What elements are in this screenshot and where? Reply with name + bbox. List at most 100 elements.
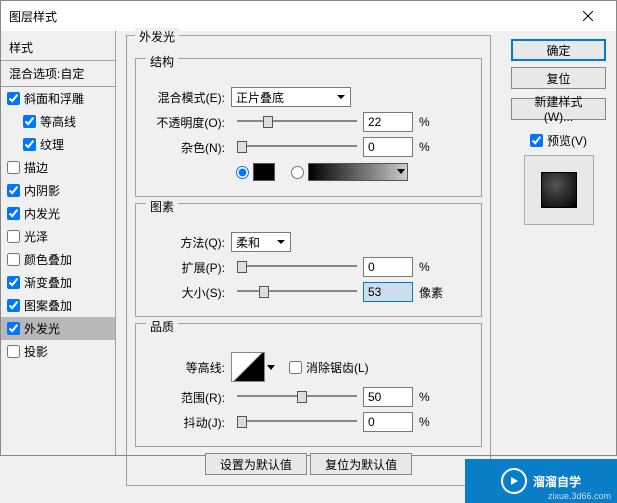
layer-style-dialog: 图层样式 样式 混合选项:自定 斜面和浮雕等高线纹理描边内阴影内发光光泽颜色叠加… [0, 0, 617, 456]
size-input[interactable] [363, 282, 413, 302]
sidebar-label-4: 内阴影 [24, 182, 60, 199]
blend-mode-label: 混合模式(E): [146, 89, 231, 106]
sidebar-checkbox-9[interactable] [7, 299, 20, 312]
quality-group: 品质 等高线: 消除锯齿(L) 范围(R): % [135, 323, 482, 447]
jitter-unit: % [419, 415, 430, 429]
sidebar-item-6[interactable]: 光泽 [1, 225, 115, 248]
new-style-button[interactable]: 新建样式(W)... [511, 98, 606, 120]
noise-slider[interactable] [237, 140, 357, 154]
spread-unit: % [419, 260, 430, 274]
sidebar-label-7: 颜色叠加 [24, 251, 72, 268]
sidebar-label-9: 图案叠加 [24, 297, 72, 314]
sidebar-checkbox-3[interactable] [7, 161, 20, 174]
right-panel: 确定 复位 新建样式(W)... 预览(V) [501, 31, 616, 455]
styles-sidebar: 样式 混合选项:自定 斜面和浮雕等高线纹理描边内阴影内发光光泽颜色叠加渐变叠加图… [1, 31, 116, 455]
sidebar-checkbox-10[interactable] [7, 322, 20, 335]
sidebar-label-3: 描边 [24, 159, 48, 176]
range-label: 范围(R): [146, 389, 231, 406]
dialog-content: 样式 混合选项:自定 斜面和浮雕等高线纹理描边内阴影内发光光泽颜色叠加渐变叠加图… [1, 31, 616, 455]
titlebar: 图层样式 [1, 1, 616, 31]
spread-input[interactable] [363, 257, 413, 277]
spread-slider[interactable] [237, 260, 357, 274]
sidebar-item-8[interactable]: 渐变叠加 [1, 271, 115, 294]
noise-input[interactable] [363, 137, 413, 157]
sidebar-item-2[interactable]: 纹理 [1, 133, 115, 156]
antialias-checkbox[interactable] [289, 361, 302, 374]
sidebar-item-9[interactable]: 图案叠加 [1, 294, 115, 317]
watermark: 溜溜自学 zixue.3d66.com [465, 459, 617, 503]
jitter-input[interactable] [363, 412, 413, 432]
antialias-label: 消除锯齿(L) [306, 359, 369, 376]
sidebar-checkbox-6[interactable] [7, 230, 20, 243]
sidebar-label-8: 渐变叠加 [24, 274, 72, 291]
range-unit: % [419, 390, 430, 404]
sidebar-checkbox-4[interactable] [7, 184, 20, 197]
blend-mode-select[interactable]: 正片叠底 [231, 87, 351, 107]
sidebar-item-0[interactable]: 斜面和浮雕 [1, 87, 115, 110]
sidebar-label-10: 外发光 [24, 320, 60, 337]
preview-checkbox[interactable] [530, 134, 543, 147]
panel-title: 外发光 [135, 28, 179, 45]
window-title: 图层样式 [9, 8, 57, 25]
main-panel: 外发光 结构 混合模式(E): 正片叠底 不透明度(O): % [116, 31, 501, 455]
ok-button[interactable]: 确定 [511, 39, 606, 61]
quality-legend: 品质 [146, 318, 178, 335]
sidebar-checkbox-7[interactable] [7, 253, 20, 266]
sidebar-subheader[interactable]: 混合选项:自定 [1, 61, 115, 87]
sidebar-item-7[interactable]: 颜色叠加 [1, 248, 115, 271]
noise-unit: % [419, 140, 430, 154]
sidebar-label-11: 投影 [24, 343, 48, 360]
opacity-input[interactable] [363, 112, 413, 132]
color-swatch[interactable] [253, 163, 275, 181]
elements-group: 图素 方法(Q): 柔和 扩展(P): % 大小(S): [135, 203, 482, 317]
size-slider[interactable] [237, 285, 357, 299]
elements-legend: 图素 [146, 198, 178, 215]
size-unit: 像素 [419, 284, 443, 301]
watermark-url: zixue.3d66.com [548, 491, 611, 501]
play-icon [501, 468, 527, 494]
sidebar-item-1[interactable]: 等高线 [1, 110, 115, 133]
sidebar-label-6: 光泽 [24, 228, 48, 245]
opacity-slider[interactable] [237, 115, 357, 129]
preview-label: 预览(V) [547, 132, 587, 149]
size-label: 大小(S): [146, 284, 231, 301]
range-input[interactable] [363, 387, 413, 407]
sidebar-checkbox-1[interactable] [23, 115, 36, 128]
default-buttons: 设置为默认值 复位为默认值 [135, 453, 482, 475]
sidebar-label-1: 等高线 [40, 113, 76, 130]
sidebar-checkbox-8[interactable] [7, 276, 20, 289]
sidebar-checkbox-5[interactable] [7, 207, 20, 220]
sidebar-checkbox-11[interactable] [7, 345, 20, 358]
reset-default-button[interactable]: 复位为默认值 [310, 453, 412, 475]
close-button[interactable] [568, 2, 608, 30]
contour-picker[interactable] [231, 352, 265, 382]
method-select[interactable]: 柔和 [231, 232, 291, 252]
watermark-text: 溜溜自学 [533, 473, 581, 490]
sidebar-header: 样式 [1, 35, 115, 61]
range-slider[interactable] [237, 390, 357, 404]
sidebar-item-5[interactable]: 内发光 [1, 202, 115, 225]
sidebar-label-5: 内发光 [24, 205, 60, 222]
sidebar-label-2: 纹理 [40, 136, 64, 153]
method-label: 方法(Q): [146, 234, 231, 251]
sidebar-checkbox-0[interactable] [7, 92, 20, 105]
gradient-swatch[interactable] [308, 163, 408, 181]
sidebar-label-0: 斜面和浮雕 [24, 90, 84, 107]
color-radio[interactable] [236, 166, 249, 179]
noise-label: 杂色(N): [146, 139, 231, 156]
sidebar-item-3[interactable]: 描边 [1, 156, 115, 179]
spread-label: 扩展(P): [146, 259, 231, 276]
jitter-slider[interactable] [237, 415, 357, 429]
contour-label: 等高线: [146, 359, 231, 376]
sidebar-item-10[interactable]: 外发光 [1, 317, 115, 340]
sidebar-checkbox-2[interactable] [23, 138, 36, 151]
opacity-unit: % [419, 115, 430, 129]
structure-group: 结构 混合模式(E): 正片叠底 不透明度(O): % 杂色(N): [135, 58, 482, 197]
sidebar-item-4[interactable]: 内阴影 [1, 179, 115, 202]
opacity-label: 不透明度(O): [146, 114, 231, 131]
close-icon [583, 11, 593, 21]
sidebar-item-11[interactable]: 投影 [1, 340, 115, 363]
reset-button[interactable]: 复位 [511, 67, 606, 89]
gradient-radio[interactable] [291, 166, 304, 179]
make-default-button[interactable]: 设置为默认值 [205, 453, 307, 475]
